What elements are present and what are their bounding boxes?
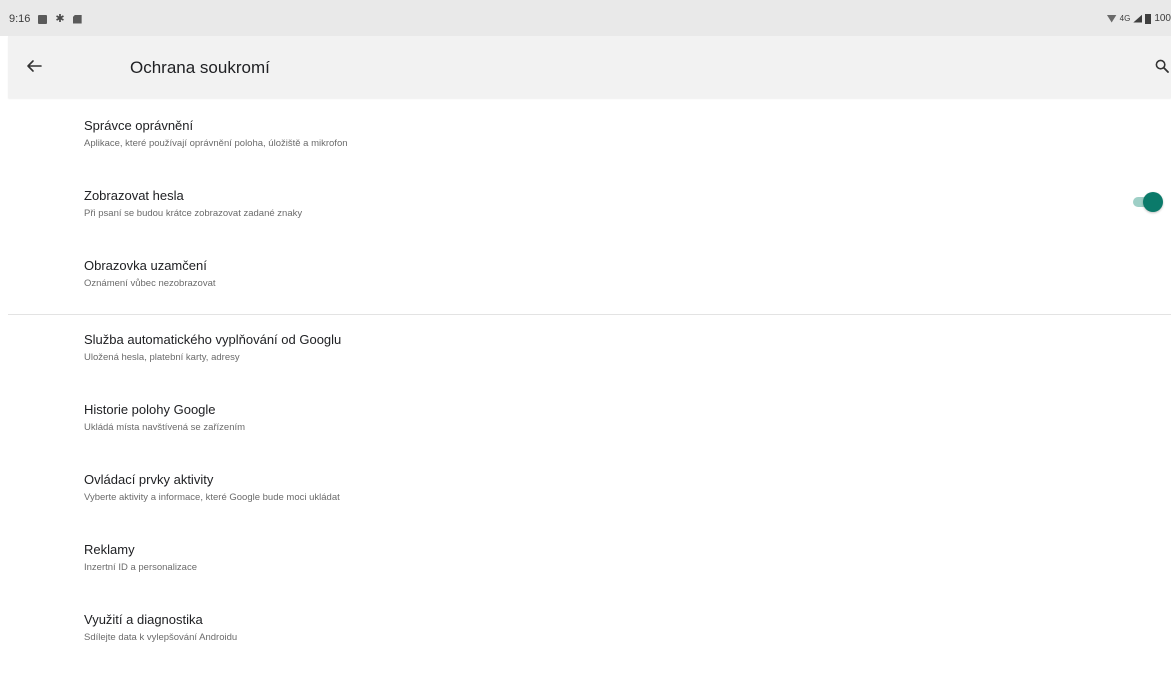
list-item-activity-controls[interactable]: Ovládací prvky aktivity Vyberte aktivity… [8,452,1171,514]
gear-icon: ✱ [55,12,65,25]
sd-card-icon [72,14,82,24]
status-time: 9:16 [9,13,31,25]
item-title: Reklamy [84,542,135,557]
list-item-google-autofill[interactable]: Služba automatického vyplňování od Googl… [8,312,1171,374]
network-type: 4G [1119,14,1131,23]
item-subtitle: Vyberte aktivity a informace, které Goog… [84,492,340,503]
battery-level: 100 [1154,13,1171,24]
back-button[interactable] [22,54,46,78]
cell-signal-icon [1133,14,1143,23]
list-item-lock-screen[interactable]: Obrazovka uzamčení Oznámení vůbec nezobr… [8,238,1171,300]
toggle-thumb [1143,192,1163,212]
item-subtitle: Uložená hesla, platební karty, adresy [84,352,240,363]
item-title: Obrazovka uzamčení [84,258,207,273]
page-title: Ochrana soukromí [130,58,270,77]
list-item-permission-manager[interactable]: Správce oprávnění Aplikace, které použív… [8,98,1171,160]
search-button[interactable] [1155,56,1171,76]
list-item-location-history[interactable]: Historie polohy Google Ukládá místa navš… [8,382,1171,444]
status-bar: 9:16 ✱ 4G 100 [0,0,1171,36]
wifi-icon [1106,14,1117,23]
status-right: 4G 100 [1106,13,1171,24]
item-subtitle: Oznámení vůbec nezobrazovat [84,278,216,289]
show-passwords-toggle[interactable] [1129,192,1163,212]
list-item-show-passwords[interactable]: Zobrazovat hesla Při psaní se budou krát… [8,168,1171,230]
item-title: Služba automatického vyplňování od Googl… [84,332,342,347]
item-subtitle: Inzertní ID a personalizace [84,562,198,573]
item-subtitle: Ukládá místa navštívená se zařízením [84,422,246,433]
search-icon [1155,59,1169,73]
item-subtitle: Při psaní se budou krátce zobrazovat zad… [84,208,303,219]
battery-icon [1145,13,1152,24]
item-title: Historie polohy Google [84,402,216,417]
item-subtitle: Sdílejte data k vylepšování Androidu [84,632,238,643]
item-title: Správce oprávnění [84,118,194,133]
item-title: Využití a diagnostika [84,612,203,627]
item-title: Zobrazovat hesla [84,188,184,203]
item-title: Ovládací prvky aktivity [84,472,214,487]
item-subtitle: Aplikace, které používají oprávnění polo… [84,138,348,149]
status-left: 9:16 ✱ [9,13,82,25]
list-item-usage-diagnostics[interactable]: Využití a diagnostika Sdílejte data k vy… [8,592,1171,654]
app-bar: Ochrana soukromí [8,36,1171,98]
arrow-left-icon [27,60,42,72]
list-item-ads[interactable]: Reklamy Inzertní ID a personalizace [8,522,1171,584]
message-icon [38,14,48,24]
